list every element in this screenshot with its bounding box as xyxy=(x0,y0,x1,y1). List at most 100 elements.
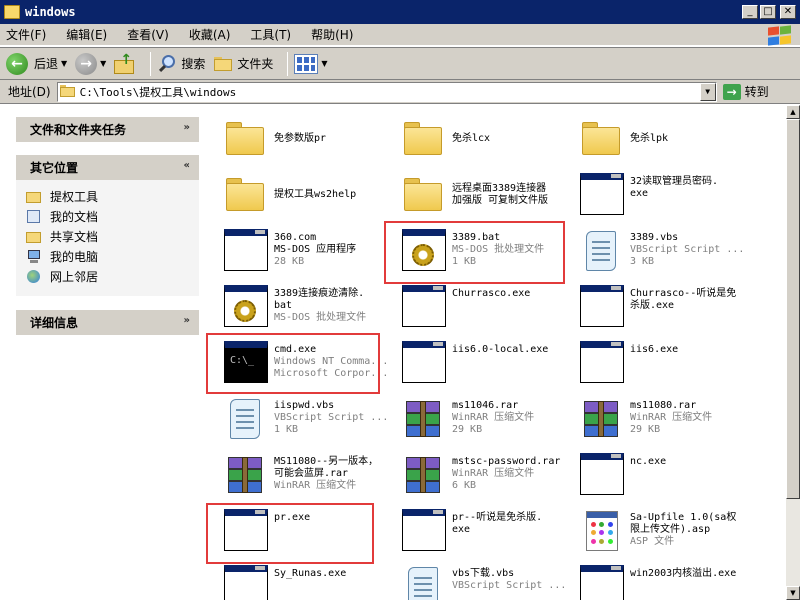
file-detail: WinRAR 压缩文件 xyxy=(452,468,535,479)
place-item-network[interactable]: 网上邻居 xyxy=(26,266,199,286)
application-icon xyxy=(220,227,270,277)
file-name: 免杀lcx xyxy=(452,133,491,144)
folder-up-icon: ↑ xyxy=(114,52,136,74)
file-name: 360.com xyxy=(274,232,317,243)
search-icon xyxy=(157,54,177,74)
collapse-icon[interactable]: « xyxy=(184,160,190,171)
file-text: Churrasco.exe xyxy=(452,283,530,300)
menu-favorites[interactable]: 收藏(A) xyxy=(189,26,231,43)
file-item[interactable]: 360.com MS-DOS 应用程序 28 KB xyxy=(220,227,398,281)
file-item[interactable]: ms11080.rar WinRAR 压缩文件 29 KB xyxy=(576,395,754,449)
minimize-button[interactable]: _ xyxy=(742,5,758,19)
file-item[interactable]: iis6.0-local.exe xyxy=(398,339,576,393)
search-label: 搜索 xyxy=(181,57,206,71)
file-item[interactable]: ms11046.rar WinRAR 压缩文件 29 KB xyxy=(398,395,576,449)
application-icon xyxy=(576,283,626,333)
expand-icon[interactable]: » xyxy=(184,122,190,133)
file-item[interactable]: Sa-Upfile 1.0(sa权 限上传文件).asp ASP 文件 xyxy=(576,507,754,561)
title-bar[interactable]: windows _ □ ✕ xyxy=(0,0,800,24)
highlight-box xyxy=(206,503,374,564)
file-text: Churrasco--听说是免 杀版.exe xyxy=(630,283,736,312)
address-dropdown-button[interactable]: ▼ xyxy=(699,82,716,101)
menu-view[interactable]: 查看(V) xyxy=(127,26,169,43)
file-name: 3389.vbs xyxy=(630,232,679,243)
file-name: vbs下载.vbs xyxy=(452,568,515,579)
file-detail: VBScript Script ... xyxy=(630,244,745,255)
menu-tools[interactable]: 工具(T) xyxy=(250,26,291,43)
file-item[interactable]: iispwd.vbs VBScript Script ... 1 KB xyxy=(220,395,398,449)
file-text: 免参数版pr xyxy=(274,115,326,145)
expand-icon[interactable]: » xyxy=(184,315,190,326)
file-item[interactable]: 提权工具ws2help xyxy=(220,171,398,225)
file-detail: VBScript Script ... xyxy=(452,580,567,591)
file-item[interactable]: win2003内核溢出.exe xyxy=(576,563,754,600)
place-item-my-documents[interactable]: 我的文档 xyxy=(26,206,199,226)
file-item[interactable]: Churrasco.exe xyxy=(398,283,576,337)
search-button[interactable]: 搜索 xyxy=(157,51,205,77)
file-item[interactable]: MS11080--另一版本， 可能会蓝屏.rar WinRAR 压缩文件 xyxy=(220,451,398,505)
highlight-box xyxy=(384,221,565,284)
folders-button[interactable]: 文件夹 xyxy=(213,51,273,77)
maximize-button[interactable]: □ xyxy=(760,5,776,19)
file-detail: exe xyxy=(452,524,471,535)
file-item[interactable]: pr--听说是免杀版. exe xyxy=(398,507,576,561)
details-header[interactable]: 详细信息 » xyxy=(16,310,199,335)
menu-help[interactable]: 帮助(H) xyxy=(311,26,353,43)
file-text: win2003内核溢出.exe xyxy=(630,563,736,580)
file-item[interactable]: vbs下载.vbs VBScript Script ... xyxy=(398,563,576,600)
file-detail: 6 KB xyxy=(452,480,477,491)
application-icon xyxy=(576,339,626,389)
folder-icon xyxy=(398,171,448,221)
menu-file[interactable]: 文件(F) xyxy=(6,26,46,43)
file-item[interactable]: Churrasco--听说是免 杀版.exe xyxy=(576,283,754,337)
views-button[interactable]: ▼ xyxy=(294,51,328,77)
file-detail: WinRAR 压缩文件 xyxy=(630,412,713,423)
file-text: Sy_Runas.exe xyxy=(274,563,346,580)
file-item[interactable]: mstsc-password.rar WinRAR 压缩文件 6 KB xyxy=(398,451,576,505)
address-bar: 地址(D) C:\Tools\提权工具\windows ▼ → 转到 xyxy=(0,80,800,104)
computer-icon xyxy=(26,249,42,264)
place-label: 网上邻居 xyxy=(50,269,99,284)
place-item-tools[interactable]: 提权工具 xyxy=(26,186,199,206)
file-item[interactable]: 免杀lcx xyxy=(398,115,576,169)
place-item-shared-documents[interactable]: 共享文档 xyxy=(26,226,199,246)
forward-button[interactable]: → ▼ xyxy=(75,51,106,77)
file-text: 远程桌面3389连接器 加强版 可复制文件版 xyxy=(452,171,548,207)
up-button[interactable]: ↑ xyxy=(114,51,136,77)
file-detail: exe xyxy=(630,188,649,199)
file-item[interactable]: 3389.vbs VBScript Script ... 3 KB xyxy=(576,227,754,281)
file-name: mstsc-password.rar xyxy=(452,456,561,467)
vertical-scrollbar[interactable]: ▲ ▼ xyxy=(786,105,800,600)
file-item[interactable]: 远程桌面3389连接器 加强版 可复制文件版 xyxy=(398,171,576,225)
file-item[interactable]: nc.exe xyxy=(576,451,754,505)
file-item[interactable]: iis6.exe xyxy=(576,339,754,393)
chevron-down-icon[interactable]: ▼ xyxy=(100,59,106,68)
folder-icon xyxy=(576,115,626,165)
scroll-down-button[interactable]: ▼ xyxy=(786,586,800,600)
address-input[interactable]: C:\Tools\提权工具\windows ▼ xyxy=(56,81,717,102)
file-item[interactable]: 免参数版pr xyxy=(220,115,398,169)
go-button[interactable]: → 转到 xyxy=(722,83,769,100)
places-list: 提权工具 我的文档 共享文档 我的电脑 网上邻居 xyxy=(16,180,199,296)
file-text: vbs下载.vbs VBScript Script ... xyxy=(452,563,566,592)
file-item[interactable]: 免杀lpk xyxy=(576,115,754,169)
file-item[interactable]: 32读取管理员密码. exe xyxy=(576,171,754,225)
scroll-up-button[interactable]: ▲ xyxy=(786,105,800,119)
other-places-header[interactable]: 其它位置 « xyxy=(16,155,199,180)
scroll-thumb[interactable] xyxy=(786,119,800,499)
script-icon xyxy=(576,227,626,277)
file-name: 免参数版pr xyxy=(274,133,327,144)
chevron-down-icon[interactable]: ▼ xyxy=(61,59,67,68)
place-item-my-computer[interactable]: 我的电脑 xyxy=(26,246,199,266)
folder-icon xyxy=(398,115,448,165)
back-button[interactable]: ← 后退 ▼ xyxy=(6,51,67,77)
file-name: 3389连接痕迹清除. xyxy=(274,288,365,299)
close-button[interactable]: ✕ xyxy=(780,5,796,19)
place-label: 我的电脑 xyxy=(50,249,99,264)
file-item[interactable]: 3389连接痕迹清除. bat MS-DOS 批处理文件 xyxy=(220,283,398,337)
other-places-title: 其它位置 xyxy=(30,161,79,175)
file-item[interactable]: Sy_Runas.exe xyxy=(220,563,398,600)
menu-edit[interactable]: 编辑(E) xyxy=(66,26,107,43)
file-tasks-header[interactable]: 文件和文件夹任务 » xyxy=(16,117,199,142)
chevron-down-icon[interactable]: ▼ xyxy=(321,59,327,68)
